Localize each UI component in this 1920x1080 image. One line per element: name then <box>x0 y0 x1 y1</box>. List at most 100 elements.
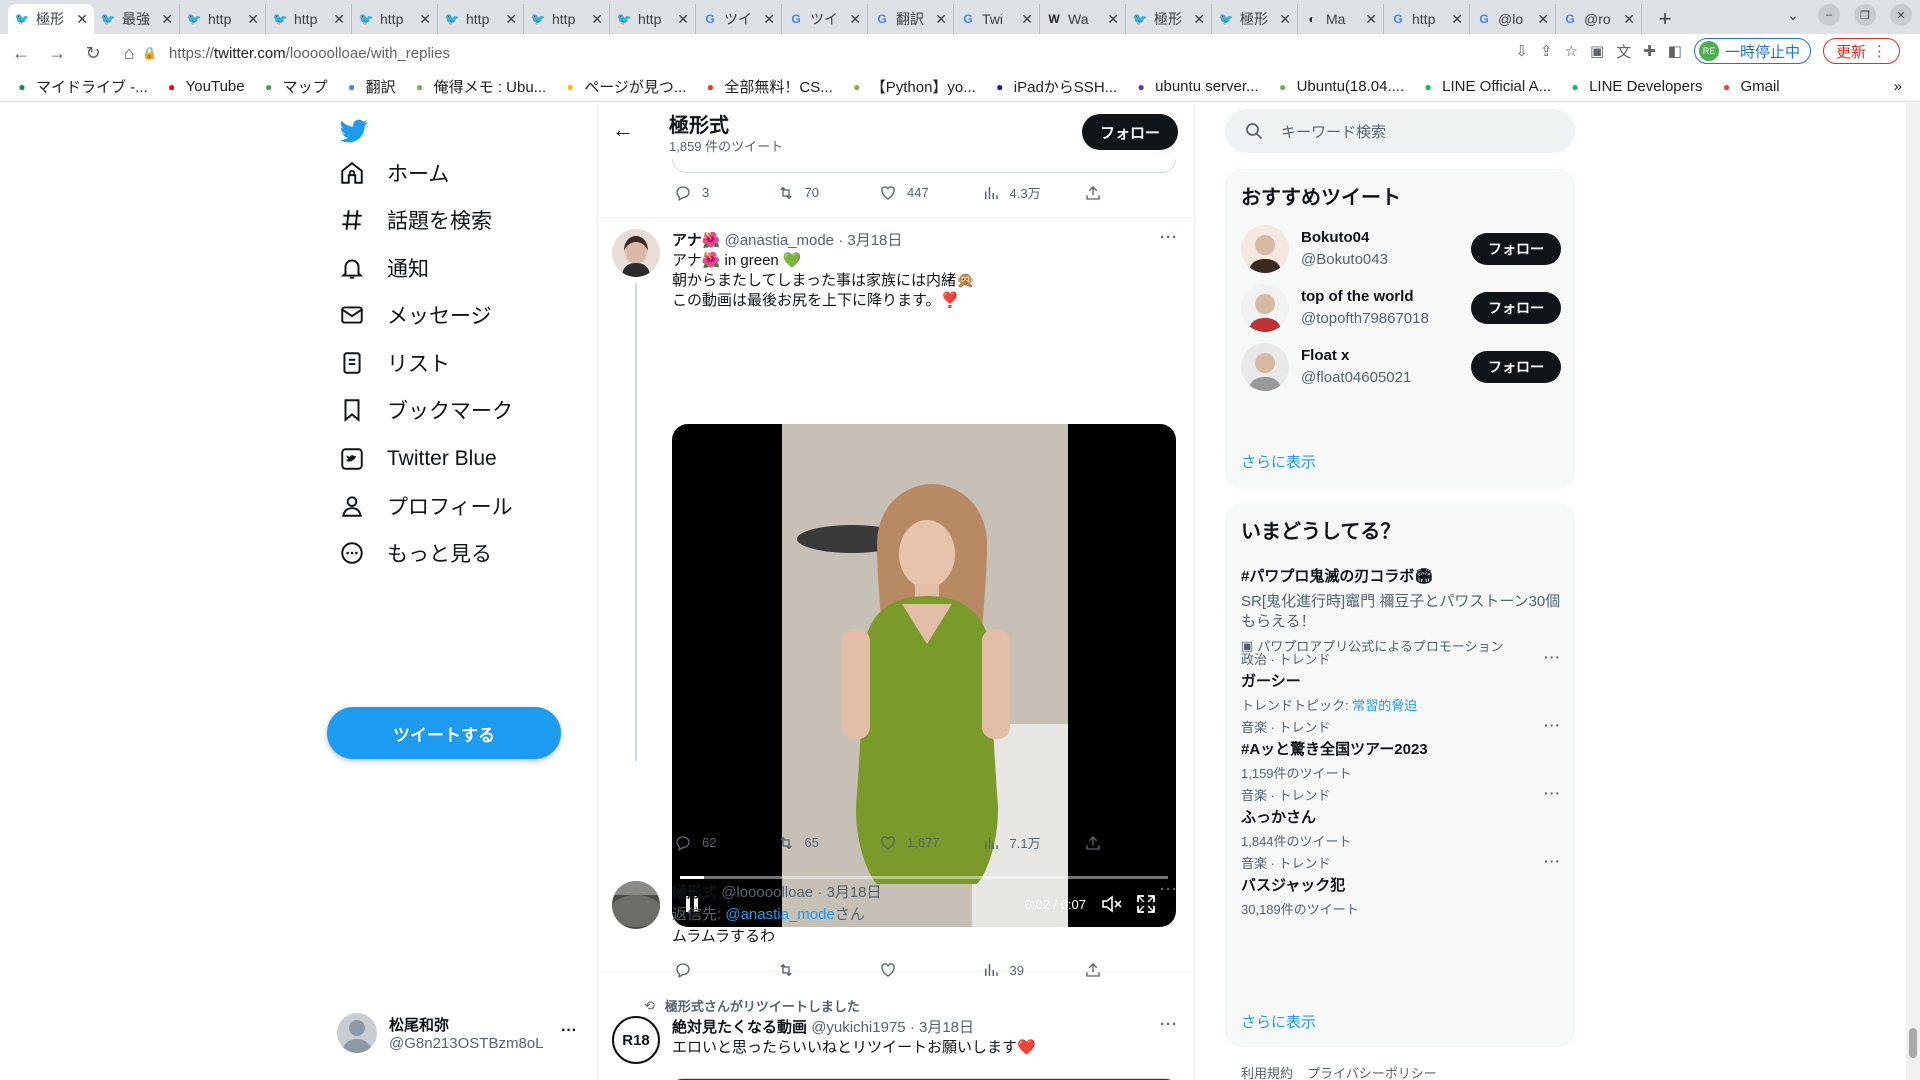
translate-ext-icon[interactable]: 文 <box>1616 41 1631 62</box>
browser-tab[interactable]: 🐦 http ✕ <box>524 4 610 34</box>
tweet-date[interactable]: · 3月18日 <box>910 1019 974 1036</box>
bookmark-item[interactable]: ● iPadからSSH... <box>992 76 1117 97</box>
share-icon[interactable]: ⇪ <box>1540 42 1553 60</box>
follow-button[interactable]: フォロー <box>1471 292 1561 324</box>
close-tab-icon[interactable]: ✕ <box>1537 11 1549 28</box>
back-icon[interactable]: ← <box>6 38 36 68</box>
share-action[interactable] <box>1084 961 1104 979</box>
browser-tab[interactable]: G Twi ✕ <box>954 4 1040 34</box>
promoted-trend[interactable]: #パワプロ鬼滅の刃コラボ🏟 SR[鬼化進行時]竈門 禰豆子とパワストーン30個も… <box>1241 563 1561 655</box>
browser-tab[interactable]: W Wa ✕ <box>1040 4 1126 34</box>
like-action[interactable]: 447 <box>879 184 969 202</box>
trend-item[interactable]: 音楽 · トレンド #Aッと驚き全国ツアー2023 1,159件のツイート ··· <box>1241 717 1561 782</box>
like-action[interactable] <box>879 961 969 979</box>
close-tab-icon[interactable]: ✕ <box>1623 11 1635 28</box>
recommended-account[interactable]: top of the world @topofth79867018 フォロー <box>1241 284 1561 332</box>
reply-to-link[interactable]: @anastia_mode <box>725 906 834 923</box>
trend-item[interactable]: 音楽 · トレンド バスジャック犯 30,189件のツイート ··· <box>1241 853 1561 918</box>
retweet-action[interactable]: 65 <box>777 834 867 852</box>
share-action[interactable] <box>1084 834 1104 852</box>
nav-item[interactable]: 話題を検索 <box>339 200 492 240</box>
avatar[interactable] <box>612 881 660 929</box>
bookmark-item[interactable]: ● ページが見つ... <box>562 76 687 97</box>
nav-item[interactable]: ホーム <box>339 153 449 193</box>
puzzle-icon[interactable]: ✚ <box>1643 42 1656 60</box>
bookmark-item[interactable]: ● LINE Official A... <box>1420 78 1552 95</box>
browser-tab[interactable]: 🐦 最強 ✕ <box>94 4 180 34</box>
reload-icon[interactable]: ↻ <box>78 38 108 68</box>
bookmark-item[interactable]: ● ubuntu server... <box>1133 78 1259 95</box>
bookmark-item[interactable]: ● マイドライブ -... <box>14 76 147 97</box>
browser-tab[interactable]: 🐦 極形 ✕ <box>1126 4 1212 34</box>
scrollbar-thumb[interactable] <box>1909 1028 1917 1058</box>
tweet-more-icon[interactable]: ··· <box>1160 229 1178 246</box>
tweet-date[interactable]: · 3月18日 <box>817 884 881 901</box>
tweet-more-icon[interactable]: ··· <box>1160 1016 1178 1033</box>
trend-item[interactable]: 政治 · トレンド ガーシー トレンドトピック: 常習的脅迫 ··· <box>1241 649 1561 714</box>
close-tab-icon[interactable]: ✕ <box>849 11 861 28</box>
author-handle[interactable]: @anastia_mode <box>725 232 834 249</box>
close-tab-icon[interactable]: ✕ <box>161 11 173 28</box>
minimize-button[interactable]: – <box>1818 4 1840 26</box>
share-action[interactable] <box>1084 184 1104 202</box>
retweeted-by[interactable]: 極形式さんがリツイートしました <box>665 996 860 1015</box>
bookmark-item[interactable]: ● マップ <box>261 76 328 97</box>
address-bar[interactable]: 🔒 https://twitter.com/looooolloae/with_r… <box>142 38 1472 68</box>
bookmark-item[interactable]: ● LINE Developers <box>1567 78 1702 95</box>
reply-action[interactable] <box>674 961 764 979</box>
author-name[interactable]: 絶対見たくなる動画 <box>672 1019 807 1036</box>
browser-tab[interactable]: 🐦 http ✕ <box>180 4 266 34</box>
close-tab-icon[interactable]: ✕ <box>76 11 88 28</box>
avatar[interactable] <box>612 229 660 277</box>
nav-item[interactable]: メッセージ <box>339 295 492 335</box>
tweet-retweeted[interactable]: ⟲ 極形式さんがリツイートしました R18 絶対見たくなる動画 @yukichi… <box>598 996 1194 1080</box>
nav-item[interactable]: もっと見る <box>339 533 492 573</box>
account-switcher[interactable]: 松尾和弥 @G8n213OSTBzm8oL ··· <box>337 1008 577 1058</box>
trend-topic-link[interactable]: 常習的脅迫 <box>1352 698 1417 713</box>
close-tab-icon[interactable]: ✕ <box>591 11 603 28</box>
follow-button[interactable]: フォロー <box>1471 351 1561 383</box>
views-action[interactable]: 4.3万 <box>982 183 1072 202</box>
browser-tab[interactable]: ◐ Ma ✕ <box>1298 4 1384 34</box>
more-bookmarks-icon[interactable]: » <box>1894 78 1902 95</box>
close-tab-icon[interactable]: ✕ <box>935 11 947 28</box>
browser-tab[interactable]: Ghttp ✕ <box>1384 4 1470 34</box>
reply-action[interactable]: 3 <box>674 184 764 202</box>
close-tab-icon[interactable]: ✕ <box>333 11 345 28</box>
browser-tab[interactable]: 🐦 http ✕ <box>610 4 696 34</box>
avatar[interactable] <box>1241 225 1289 273</box>
close-tab-icon[interactable]: ✕ <box>1107 11 1119 28</box>
views-action[interactable]: 7.1万 <box>982 833 1072 852</box>
recommended-account[interactable]: Bokuto04 @Bokuto043 フォロー <box>1241 225 1561 273</box>
author-handle[interactable]: @looooolloae <box>721 884 813 901</box>
retweet-action[interactable]: 70 <box>777 184 867 202</box>
extension-icon[interactable]: ▣ <box>1590 42 1604 60</box>
browser-tab[interactable]: 🐦 http ✕ <box>438 4 524 34</box>
tweet-button[interactable]: ツイートする <box>327 707 561 759</box>
trend-more-icon[interactable]: ··· <box>1544 853 1561 869</box>
follow-button[interactable]: フォロー <box>1082 114 1178 150</box>
nav-item[interactable]: プロフィール <box>339 486 513 526</box>
star-icon[interactable]: ☆ <box>1565 42 1578 60</box>
bookmark-item[interactable]: ● 全部無料！CS... <box>702 76 833 97</box>
close-tab-icon[interactable]: ✕ <box>1279 11 1291 28</box>
browser-tab[interactable]: G @lo ✕ <box>1470 4 1556 34</box>
nav-item[interactable]: ブックマーク <box>339 390 513 430</box>
maximize-button[interactable]: ❐ <box>1854 4 1876 26</box>
new-tab-icon[interactable]: + <box>1650 4 1680 34</box>
install-icon[interactable]: ⇩ <box>1515 42 1528 60</box>
trend-item[interactable]: 音楽 · トレンド ふっかさん 1,844件のツイート ··· <box>1241 785 1561 850</box>
tweet-date[interactable]: · 3月18日 <box>838 232 902 249</box>
close-tab-icon[interactable]: ✕ <box>1365 11 1377 28</box>
author-name[interactable]: 極形式 <box>672 884 717 901</box>
tweet-reply[interactable]: 極形式 @looooolloae · 3月18日 ··· 返信先: @anast… <box>598 869 1194 979</box>
browser-tab[interactable]: 🐦 http ✕ <box>352 4 438 34</box>
sidepanel-icon[interactable]: ◧ <box>1668 42 1682 60</box>
close-tab-icon[interactable]: ✕ <box>1193 11 1205 28</box>
update-button[interactable]: 更新 ⋮ <box>1822 38 1900 64</box>
profile-pause-chip[interactable]: RE 一時停止中 <box>1693 38 1811 64</box>
close-tab-icon[interactable]: ✕ <box>763 11 775 28</box>
author-handle[interactable]: @yukichi1975 <box>811 1019 905 1036</box>
retweet-action[interactable] <box>777 961 867 979</box>
account-more-icon[interactable]: ··· <box>561 1022 577 1040</box>
